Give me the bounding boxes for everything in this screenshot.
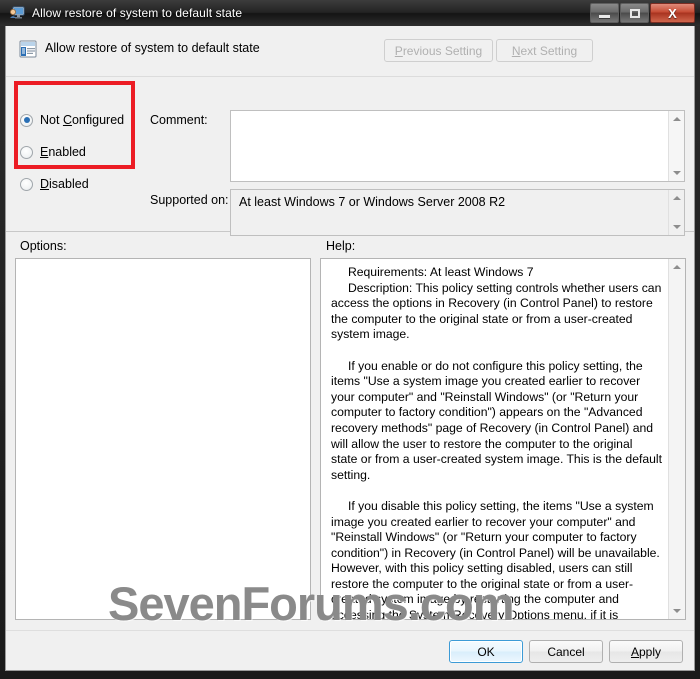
- next-setting-button[interactable]: Next Setting: [496, 39, 593, 62]
- client-area: Allow restore of system to default state…: [5, 26, 695, 671]
- setting-header: Allow restore of system to default state…: [6, 26, 694, 77]
- radio-dis-accesskey: D: [40, 177, 50, 191]
- help-scroll-down-icon[interactable]: [669, 603, 685, 619]
- previous-setting-accesskey: P: [394, 43, 403, 58]
- next-setting-label: Next Setting: [512, 44, 577, 58]
- help-label: Help:: [326, 239, 356, 253]
- maximize-button[interactable]: [620, 3, 649, 23]
- setting-title: Allow restore of system to default state: [45, 41, 260, 55]
- radio-disabled-indicator[interactable]: [20, 177, 33, 191]
- policy-document-icon: [18, 39, 38, 59]
- apply-rest: pply: [639, 644, 662, 659]
- ok-button-label: OK: [477, 644, 495, 659]
- maximize-icon: [629, 8, 640, 18]
- help-content: Requirements: At least Windows 7 Descrip…: [331, 265, 663, 619]
- dialog-footer: OK Cancel Apply: [6, 630, 694, 670]
- radio-not-configured[interactable]: Not Configured: [20, 112, 124, 128]
- close-icon: X: [668, 5, 677, 21]
- radio-enabled-indicator[interactable]: [20, 145, 33, 159]
- minimize-icon: [599, 14, 610, 18]
- radio-enabled[interactable]: Enabled: [20, 144, 124, 160]
- settings-zone: Not Configured Enabled Disabled Comment:: [6, 77, 694, 236]
- radio-disabled-label: Disabled: [40, 177, 89, 191]
- help-scrollbar[interactable]: [668, 259, 685, 619]
- cancel-button[interactable]: Cancel: [529, 640, 603, 663]
- comment-scroll-up-icon[interactable]: [669, 111, 685, 127]
- radio-nc-suffix: onfigured: [71, 113, 125, 127]
- apply-button[interactable]: Apply: [609, 640, 683, 663]
- help-scroll-up-icon[interactable]: [669, 259, 685, 275]
- radio-dis-suffix: isabled: [49, 177, 89, 191]
- radio-nc-accesskey: C: [62, 113, 72, 127]
- help-pane[interactable]: Requirements: At least Windows 7 Descrip…: [320, 258, 686, 620]
- close-button[interactable]: X: [650, 3, 695, 23]
- cancel-button-label: Cancel: [547, 644, 585, 659]
- supported-on-label: Supported on:: [150, 193, 229, 207]
- policy-monitor-icon: [9, 5, 25, 21]
- window-controls: X: [590, 3, 695, 23]
- window-title: Allow restore of system to default state: [32, 6, 243, 20]
- options-pane[interactable]: [15, 258, 311, 620]
- comment-label: Comment:: [150, 113, 208, 127]
- options-label: Options:: [20, 239, 67, 253]
- ok-button[interactable]: OK: [449, 640, 523, 663]
- apply-accesskey: A: [630, 644, 639, 659]
- apply-button-label: Apply: [631, 645, 661, 659]
- comment-scrollbar[interactable]: [668, 111, 684, 181]
- policy-state-radio-group: Not Configured Enabled Disabled: [20, 112, 124, 192]
- radio-not-configured-label: Not Configured: [40, 113, 124, 127]
- supported-on-value: At least Windows 7 or Windows Server 200…: [239, 195, 506, 209]
- previous-setting-rest: revious Setting: [402, 43, 483, 58]
- group-policy-setting-window: Allow restore of system to default state…: [0, 0, 700, 679]
- radio-en-suffix: nabled: [48, 145, 86, 159]
- supported-scroll-down-icon[interactable]: [669, 219, 685, 235]
- previous-setting-button[interactable]: Previous Setting: [384, 39, 493, 62]
- options-content: [16, 259, 310, 271]
- supported-on-field: At least Windows 7 or Windows Server 200…: [230, 189, 685, 236]
- radio-enabled-label: Enabled: [40, 145, 86, 159]
- next-setting-rest: ext Setting: [520, 43, 578, 58]
- previous-setting-label: Previous Setting: [395, 44, 482, 58]
- comment-input[interactable]: [230, 110, 685, 182]
- comment-scroll-down-icon[interactable]: [669, 165, 685, 181]
- radio-not-configured-indicator[interactable]: [20, 113, 33, 127]
- supported-on-scrollbar[interactable]: [668, 190, 684, 235]
- radio-disabled[interactable]: Disabled: [20, 176, 124, 192]
- supported-scroll-up-icon[interactable]: [669, 190, 685, 206]
- title-bar[interactable]: Allow restore of system to default state…: [0, 0, 700, 26]
- radio-nc-prefix: Not: [40, 113, 63, 127]
- minimize-button[interactable]: [590, 3, 619, 23]
